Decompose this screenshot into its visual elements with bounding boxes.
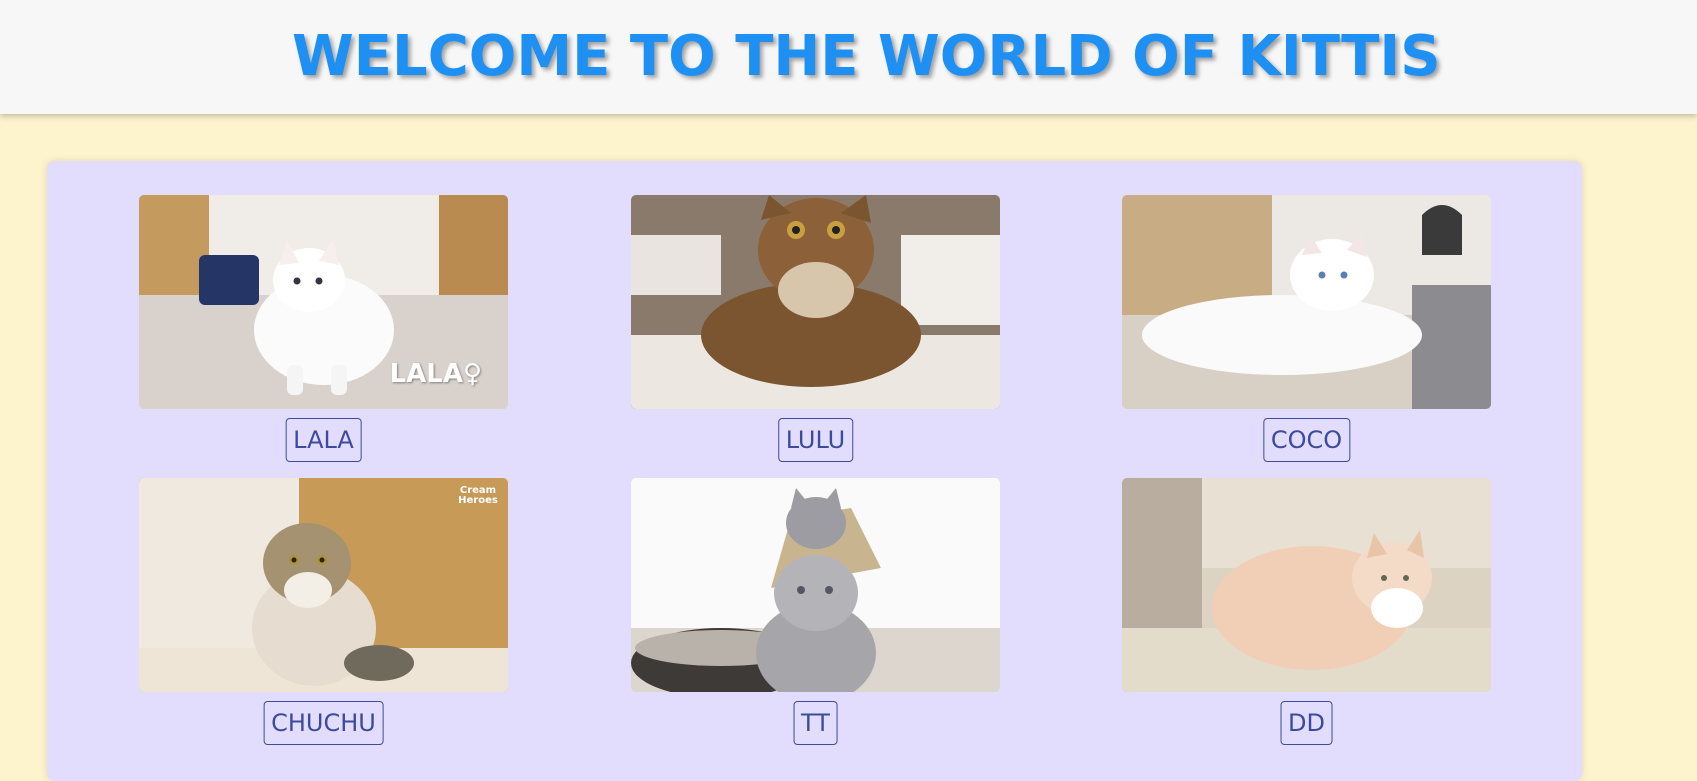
cat-photo-tt[interactable] xyxy=(631,478,1000,692)
cat-name-button-dd[interactable]: DD xyxy=(1280,701,1333,745)
cat-name-button-chuchu[interactable]: CHUCHU xyxy=(263,701,384,745)
cat-photo-dd[interactable] xyxy=(1122,478,1491,692)
cat-name-button-lala[interactable]: LALA xyxy=(285,418,362,462)
photo-watermark-chuchu: Cream Heroes xyxy=(458,485,498,506)
photo-watermark-lala: LALA♀ xyxy=(389,359,482,389)
site-header: WELCOME TO THE WORLD OF KITTIS xyxy=(0,0,1697,114)
cat-photo-lulu[interactable] xyxy=(631,195,1000,409)
cat-name-button-tt[interactable]: TT xyxy=(793,701,838,745)
cat-card-chuchu: Cream Heroes CHUCHU xyxy=(139,478,508,745)
cat-card-dd: DD xyxy=(1122,478,1491,745)
page-title: WELCOME TO THE WORLD OF KITTIS xyxy=(292,24,1441,89)
cat-photo-lala[interactable]: LALA♀ xyxy=(139,195,508,409)
cat-photo-chuchu[interactable]: Cream Heroes xyxy=(139,478,508,692)
cat-card-lulu: LULU xyxy=(631,195,1000,462)
cat-card-tt: TT xyxy=(631,478,1000,745)
cat-name-button-coco[interactable]: COCO xyxy=(1262,418,1351,462)
cat-gallery: LALA♀ LALA LULU COCO Cream Heroes CHUCHU… xyxy=(47,161,1582,781)
cat-photo-coco[interactable] xyxy=(1122,195,1491,409)
cat-card-coco: COCO xyxy=(1122,195,1491,462)
cat-name-button-lulu[interactable]: LULU xyxy=(777,418,854,462)
cat-card-lala: LALA♀ LALA xyxy=(139,195,508,462)
